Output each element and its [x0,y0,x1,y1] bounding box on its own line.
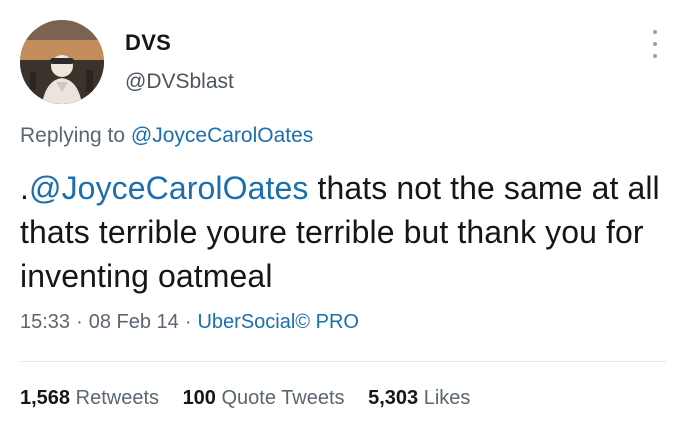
replying-to-line: Replying to @JoyceCarolOates [20,124,313,148]
likes-label: Likes [423,387,471,409]
tweet-text: .@JoyceCarolOates thats not the same at … [20,166,665,298]
more-options-button[interactable] [646,30,664,58]
more-dot-icon [653,42,657,46]
avatar[interactable] [20,20,104,104]
avatar-photo [20,20,104,104]
quote-tweets-count: 100 [182,387,216,409]
tweet-time[interactable]: 15:33 [20,311,70,333]
tweet-mention-link[interactable]: @JoyceCarolOates [29,170,309,206]
quote-tweets-stat[interactable]: 100 Quote Tweets [183,387,345,410]
tweet-stats: 1,568 Retweets 100 Quote Tweets 5,303 Li… [20,387,488,410]
tweet-lead-dot: . [20,170,29,206]
tweet-source-link[interactable]: UberSocial© PRO [197,311,358,333]
meta-separator: · [76,311,83,333]
replying-to-mention-link[interactable]: @JoyceCarolOates [131,124,313,147]
likes-count: 5,303 [368,387,419,409]
retweets-stat[interactable]: 1,568 Retweets [20,387,159,410]
divider [20,361,666,362]
tweet-date[interactable]: 08 Feb 14 [89,311,179,333]
more-dot-icon [653,54,657,58]
retweets-count: 1,568 [20,387,71,409]
meta-separator: · [184,311,192,333]
tweet-card: DVS @DVSblast Replying to @JoyceCarolOat… [0,0,680,426]
retweets-label: Retweets [75,387,159,409]
user-handle[interactable]: @DVSblast [125,70,234,94]
likes-stat[interactable]: 5,303 Likes [368,387,470,410]
more-dot-icon [653,30,657,34]
quote-tweets-label: Quote Tweets [221,387,345,409]
display-name[interactable]: DVS [125,30,171,56]
tweet-meta: 15:33 · 08 Feb 14 · UberSocial© PRO [20,311,359,334]
replying-to-label: Replying to [20,124,126,147]
